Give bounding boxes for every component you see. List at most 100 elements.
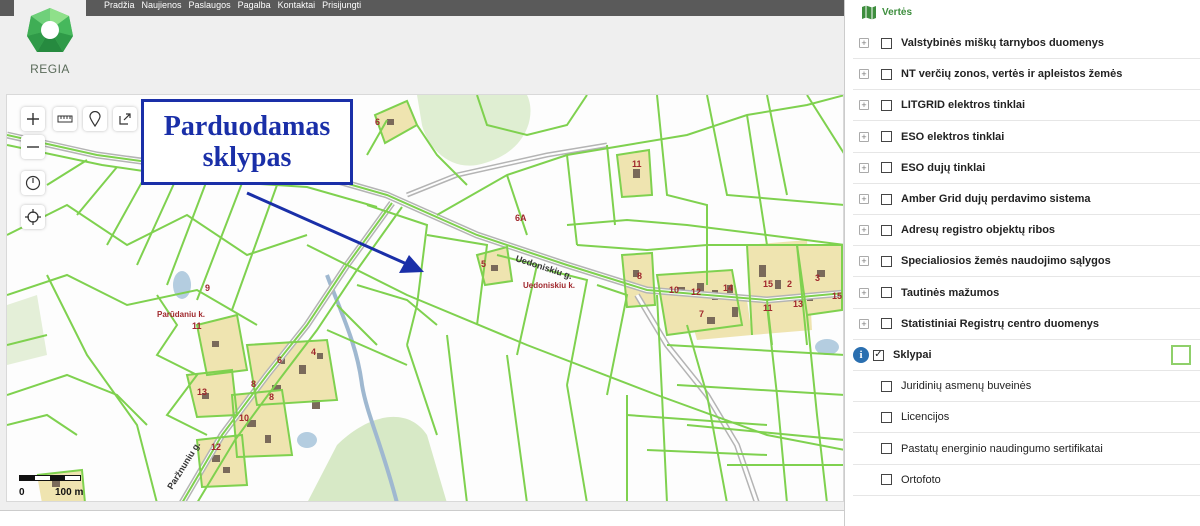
layer-label: ESO elektros tinklai	[901, 130, 1005, 143]
zoom-in-button[interactable]	[21, 107, 45, 131]
expand-icon[interactable]: +	[859, 38, 869, 48]
scale-bar: 0 100 m	[19, 471, 99, 501]
layer-checkbox[interactable]	[881, 443, 892, 455]
layer-checkbox[interactable]	[881, 287, 892, 299]
layer-checkbox[interactable]	[881, 255, 892, 267]
pointer-arrow	[246, 191, 424, 273]
place-label: Uedoniskiu k.	[523, 281, 575, 290]
layer-row[interactable]: i ✓ Sklypai	[853, 340, 1200, 371]
layer-row[interactable]: + Adresų registro objektų ribos	[853, 215, 1200, 247]
layer-row[interactable]: + Amber Grid dujų perdavimo sistema	[853, 184, 1200, 215]
layer-row[interactable]: + Valstybinės miškų tarnybos duomenys	[853, 28, 1200, 59]
expand-icon[interactable]: +	[859, 225, 869, 236]
locate-button[interactable]	[21, 205, 45, 229]
layer-label: Statistiniai Registrų centro duomenys	[901, 317, 1100, 330]
layer-row[interactable]: + ESO elektros tinklai	[853, 122, 1200, 153]
plot-number: 5	[481, 259, 486, 269]
forest-area	[308, 417, 447, 501]
expand-icon[interactable]: +	[859, 318, 869, 329]
parcel-map[interactable]: Uedoniskiu g. Paržnuniu g. Parūdaniu k. …	[7, 95, 844, 502]
minus-icon	[27, 146, 39, 148]
plot-number: 8	[637, 271, 642, 281]
layer-row[interactable]: Licencijos	[853, 402, 1200, 434]
layer-checkbox[interactable]	[881, 68, 892, 80]
map-pin-icon	[89, 111, 101, 127]
nav-prisijungti[interactable]: Prisijungti	[322, 0, 361, 11]
share-icon	[119, 113, 131, 125]
plot-number: 10	[239, 413, 249, 423]
sale-annotation: Parduodamas sklypas	[141, 99, 353, 185]
layer-label: Licencijos	[901, 411, 950, 424]
info-icon[interactable]: i	[853, 347, 869, 363]
plot-number: 8	[269, 392, 274, 402]
layer-checkbox[interactable]	[881, 193, 892, 205]
layer-checkbox[interactable]	[881, 474, 892, 486]
plot-number: 12	[211, 442, 221, 452]
layer-style-swatch[interactable]	[1171, 345, 1191, 365]
plus-icon	[27, 113, 39, 125]
layer-checkbox[interactable]: ✓	[873, 349, 884, 361]
header-tab	[0, 0, 14, 16]
panel-header[interactable]: Vertės	[845, 0, 1200, 24]
expand-icon[interactable]: +	[859, 162, 869, 173]
layer-row[interactable]: Juridinių asmenų buveinės	[853, 371, 1200, 403]
plot-number: 3	[815, 273, 820, 283]
layer-row[interactable]: + Statistiniai Registrų centro duomenys	[853, 309, 1200, 340]
nav-naujienos[interactable]: Naujienos	[142, 0, 182, 11]
plot-number: 6A	[515, 213, 527, 223]
layer-label: Amber Grid dujų perdavimo sistema	[901, 193, 1091, 205]
layer-checkbox[interactable]	[881, 162, 892, 174]
expand-icon[interactable]: +	[859, 256, 869, 267]
layer-checkbox[interactable]	[881, 380, 892, 392]
place-label: Parūdaniu k.	[157, 310, 205, 319]
layer-label: Sklypai	[893, 349, 932, 361]
map-view[interactable]: Uedoniskiu g. Paržnuniu g. Parūdaniu k. …	[6, 94, 844, 502]
expand-icon[interactable]: +	[859, 131, 869, 142]
map-icon	[862, 5, 876, 19]
expand-icon[interactable]: +	[859, 287, 869, 298]
plot-number: 10	[669, 285, 679, 295]
layer-label: Juridinių asmenų buveinės	[901, 380, 1032, 393]
ruler-icon	[57, 115, 73, 123]
layer-checkbox[interactable]	[881, 37, 892, 49]
history-button[interactable]	[21, 171, 45, 195]
plot-number: 14	[723, 283, 733, 293]
layer-checkbox[interactable]	[881, 224, 892, 236]
measure-button[interactable]	[53, 107, 77, 131]
plot-number: 4	[311, 347, 316, 357]
marker-button[interactable]	[83, 107, 107, 131]
top-navigation-bar: Pradžia Naujienos Paslaugos Pagalba Kont…	[86, 0, 844, 16]
plot-number: 9	[205, 283, 210, 293]
layer-row[interactable]: + Tautinės mažumos	[853, 278, 1200, 309]
layer-checkbox[interactable]	[881, 131, 892, 143]
regia-logo[interactable]: REGIA	[22, 6, 78, 78]
layer-label: Adresų registro objektų ribos	[901, 224, 1056, 237]
layer-row[interactable]: + LITGRID elektros tinklai	[853, 90, 1200, 122]
layer-row[interactable]: + ESO dujų tinklai	[853, 153, 1200, 184]
regia-logo-icon	[27, 8, 73, 52]
zoom-out-button[interactable]	[21, 135, 45, 159]
plot-number: 11	[192, 321, 202, 331]
layer-checkbox[interactable]	[881, 318, 892, 330]
clock-icon	[25, 175, 41, 191]
nav-pagalba[interactable]: Pagalba	[238, 0, 271, 11]
expand-icon[interactable]: +	[859, 69, 869, 80]
layer-label: Ortofoto	[901, 473, 941, 486]
layers-panel: Vertės + Valstybinės miškų tarnybos duome…	[844, 0, 1200, 526]
layer-checkbox[interactable]	[881, 99, 892, 111]
nav-pradzia[interactable]: Pradžia	[104, 0, 135, 11]
export-button[interactable]	[113, 107, 137, 131]
expand-icon[interactable]: +	[859, 194, 869, 204]
layer-row[interactable]: + NT verčių zonos, vertės ir apleistos že…	[853, 59, 1200, 91]
layer-row[interactable]: Pastatų energinio naudingumo sertifikata…	[853, 434, 1200, 465]
nav-paslaugos[interactable]: Paslaugos	[189, 0, 231, 11]
expand-icon[interactable]: +	[859, 100, 869, 111]
plot-number: 6	[375, 117, 380, 127]
layer-row[interactable]: Ortofoto	[853, 465, 1200, 496]
layer-checkbox[interactable]	[881, 411, 892, 423]
plot-number: 15	[832, 291, 842, 301]
pond	[297, 432, 317, 448]
layer-row[interactable]: + Specialiosios žemės naudojimo sąlygos	[853, 246, 1200, 278]
layer-label: NT verčių zonos, vertės ir apleistos žem…	[901, 68, 1123, 81]
nav-kontaktai[interactable]: Kontaktai	[278, 0, 316, 11]
